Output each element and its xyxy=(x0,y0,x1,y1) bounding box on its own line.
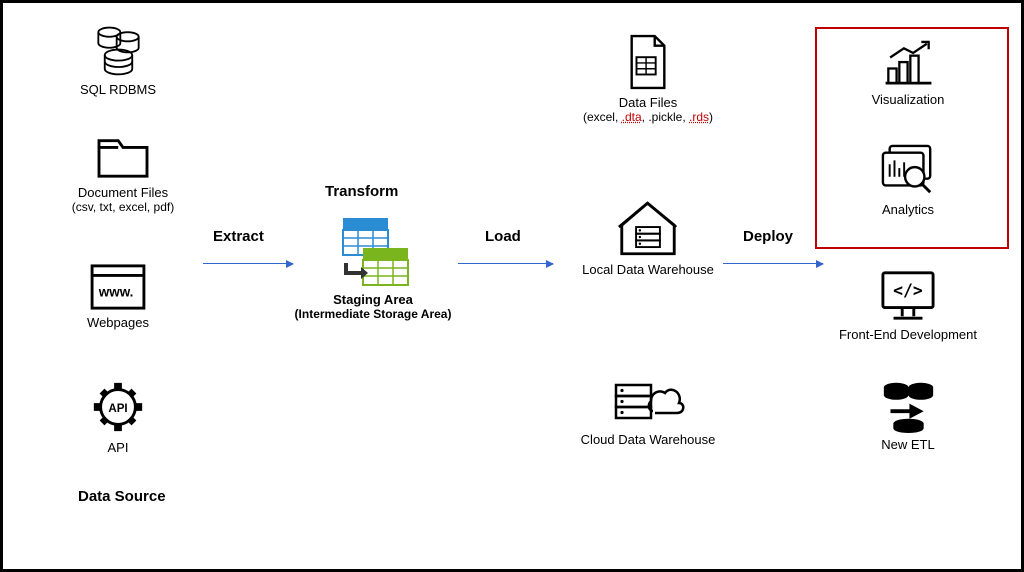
webpages-label: Webpages xyxy=(63,315,173,330)
analytics-icon xyxy=(878,143,938,198)
cloud-server-icon xyxy=(611,373,686,428)
svg-text:API: API xyxy=(108,402,127,415)
visualization-label: Visualization xyxy=(838,92,978,107)
sql-rdbms-label: SQL RDBMS xyxy=(58,82,178,97)
house-server-icon xyxy=(617,198,679,258)
file-icon xyxy=(624,33,672,91)
document-files-node: Document Files (csv, txt, excel, pdf) xyxy=(53,133,193,214)
api-label: API xyxy=(68,440,168,455)
visualization-node: Visualization xyxy=(838,38,978,107)
deploy-arrow xyxy=(723,263,823,264)
staging-subtitle: (Intermediate Storage Area) xyxy=(283,307,463,321)
extract-arrow-label: Extract xyxy=(213,228,264,245)
staging-title: Staging Area xyxy=(283,292,463,307)
analytics-label: Analytics xyxy=(838,202,978,217)
analytics-node: Analytics xyxy=(838,143,978,217)
staging-tables-icon xyxy=(333,213,413,288)
extract-arrow xyxy=(203,263,293,264)
local-warehouse-node: Local Data Warehouse xyxy=(563,198,733,277)
document-files-sublabel: (csv, txt, excel, pdf) xyxy=(53,200,193,214)
load-arrow xyxy=(458,263,553,264)
chart-icon xyxy=(881,38,936,88)
new-etl-node: New ETL xyxy=(843,378,973,452)
frontend-label: Front-End Development xyxy=(823,327,993,342)
monitor-code-icon: </> xyxy=(878,268,938,323)
webpages-node: www. Webpages xyxy=(63,263,173,330)
data-files-node: Data Files (excel, .dta, .pickle, .rds) xyxy=(563,33,733,124)
local-warehouse-label: Local Data Warehouse xyxy=(563,262,733,277)
sql-rdbms-node: SQL RDBMS xyxy=(58,23,178,97)
svg-text:</>: </> xyxy=(893,281,923,300)
deploy-arrow-label: Deploy xyxy=(743,228,793,245)
browser-icon: www. xyxy=(89,263,147,311)
data-source-section-label: Data Source xyxy=(78,488,166,505)
staging-area-node: Staging Area (Intermediate Storage Area) xyxy=(283,213,463,321)
document-files-label: Document Files xyxy=(53,185,193,200)
gear-icon: API xyxy=(89,378,147,436)
frontend-node: </> Front-End Development xyxy=(823,268,993,342)
new-etl-label: New ETL xyxy=(843,437,973,452)
svg-text:www.: www. xyxy=(98,285,134,300)
cloud-warehouse-label: Cloud Data Warehouse xyxy=(563,432,733,447)
load-arrow-label: Load xyxy=(485,228,521,245)
etl-flow-icon xyxy=(881,378,936,433)
data-files-sublabel: (excel, .dta, .pickle, .rds) xyxy=(563,110,733,124)
folder-icon xyxy=(94,133,152,181)
api-node: API API xyxy=(68,378,168,455)
cloud-warehouse-node: Cloud Data Warehouse xyxy=(563,373,733,447)
transform-label: Transform xyxy=(325,183,398,200)
data-files-label: Data Files xyxy=(563,95,733,110)
database-icon xyxy=(91,23,146,78)
